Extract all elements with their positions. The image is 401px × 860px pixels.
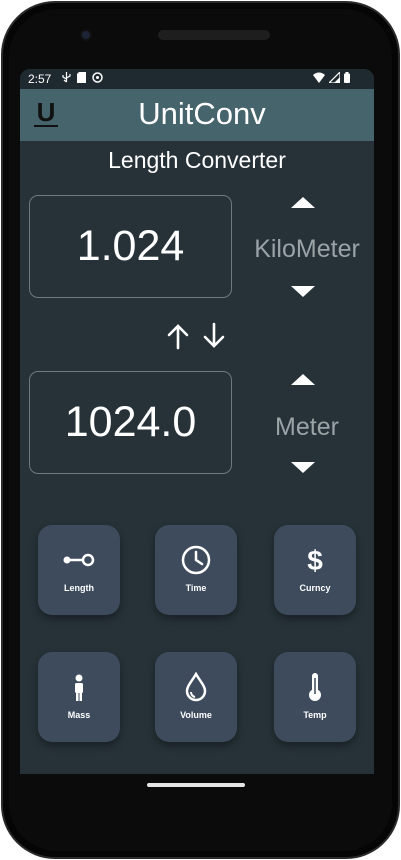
sync-icon [92,72,103,86]
system-icons [313,70,350,86]
notification-icons [62,72,103,86]
from-unit-label: KiloMeter [254,235,360,263]
to-unit-label: Meter [275,413,339,441]
usb-icon [62,72,71,86]
swap-arrows-icon [167,322,225,350]
earpiece-speaker [158,30,270,40]
home-gesture-bar[interactable] [147,783,245,787]
status-time: 2:57 [28,72,52,86]
category-length-button[interactable]: Length [38,525,120,615]
swap-button[interactable] [166,321,230,351]
from-unit-down-arrow-icon[interactable] [291,286,315,297]
category-temp-button[interactable]: Temp [274,652,356,742]
thermometer-icon [309,673,321,701]
category-currency-button[interactable]: $ Curncy [274,525,356,615]
category-mass-button[interactable]: Mass [38,652,120,742]
dollar-icon: $ [307,545,323,575]
from-value-field[interactable]: 1.024 [29,195,232,298]
sd-card-icon [77,72,86,86]
category-label: Curncy [299,583,331,593]
category-label: Mass [67,710,91,720]
converter-title: Length Converter [108,147,286,173]
signal-icon [327,70,341,86]
clock-icon [181,545,211,575]
status-bar: 2:57 [20,69,374,89]
category-label: Temp [303,710,327,720]
svg-text:$: $ [307,545,323,575]
to-value-field[interactable]: 1024.0 [29,371,232,474]
category-volume-button[interactable]: Volume [155,652,237,742]
category-label: Volume [180,710,212,720]
app-bar: U UnitConv [20,89,374,141]
category-time-button[interactable]: Time [155,525,237,615]
category-label: Length [64,583,94,593]
to-unit-up-arrow-icon[interactable] [291,374,315,385]
category-label: Time [185,583,207,593]
app-screen: 2:57 U UnitConv Length Converter 1.024 K… [20,69,374,774]
drop-icon [185,672,207,702]
to-unit-down-arrow-icon[interactable] [291,462,315,473]
front-camera [80,29,92,41]
person-icon [75,674,83,701]
battery-icon [344,72,350,86]
length-icon [63,553,95,567]
from-unit-up-arrow-icon[interactable] [291,197,315,208]
app-title: UnitConv [138,96,266,131]
wifi-icon [313,72,325,86]
